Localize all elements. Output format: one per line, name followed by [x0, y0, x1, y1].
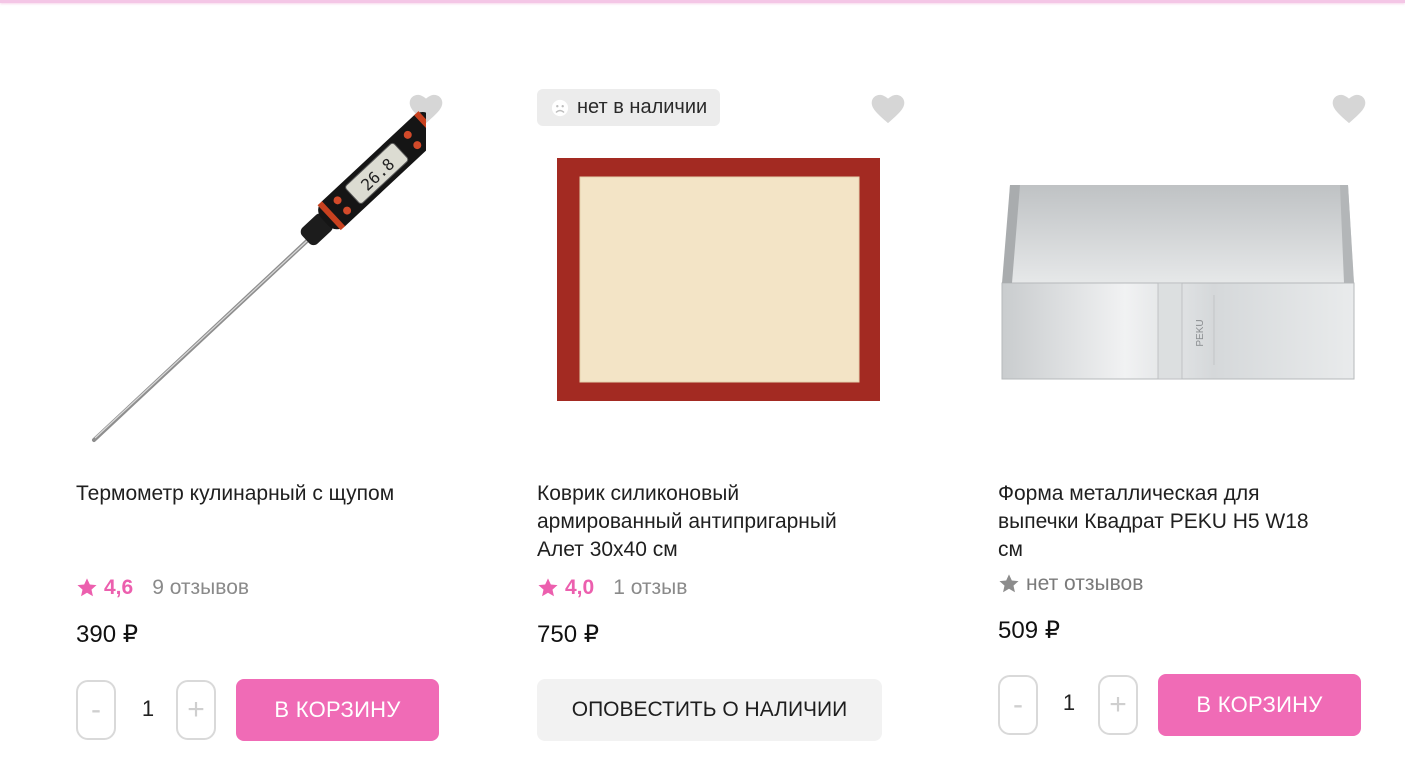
reviews-link[interactable]: нет отзывов [1026, 572, 1143, 596]
quantity-value[interactable]: 1 [1054, 690, 1084, 716]
product-card: нет в наличии Коврик силиконовый армиров… [537, 0, 917, 768]
out-of-stock-badge: нет в наличии [537, 89, 721, 126]
star-icon [538, 578, 558, 597]
product-title[interactable]: Термометр кулинарный с щупом [76, 480, 406, 508]
rating-value: 4,6 [104, 576, 134, 599]
product-rating: 4,6 9 отзывов [76, 576, 249, 600]
reviews-link[interactable]: 9 отзывов [152, 576, 249, 600]
peku-logo-text: PEKU [1195, 319, 1206, 346]
product-card: PEKU Форма металлическая для выпечки Ква… [998, 0, 1378, 768]
quantity-decrease-button[interactable]: - [998, 675, 1038, 735]
product-price: 750 ₽ [537, 621, 599, 648]
quantity-value[interactable]: 1 [133, 696, 163, 722]
square-form-image[interactable]: PEKU [998, 175, 1358, 390]
heart-icon[interactable] [871, 94, 905, 124]
product-rating: нет отзывов [998, 572, 1143, 596]
rating-value: 4,0 [565, 576, 595, 599]
sad-face-icon [551, 99, 569, 116]
product-title[interactable]: Коврик силиконовый армированный антиприг… [537, 480, 867, 564]
product-card: 26.8 Термометр кулинарный с щупом 4,6 9 … [76, 0, 456, 768]
product-rating: 4,0 1 отзыв [537, 576, 687, 600]
add-to-cart-button[interactable]: В КОРЗИНУ [1158, 674, 1361, 736]
heart-icon[interactable] [1332, 94, 1366, 124]
star-icon [999, 574, 1019, 593]
baking-mat-image[interactable] [557, 158, 882, 402]
quantity-increase-button[interactable]: + [176, 680, 216, 740]
thermometer-image[interactable]: 26.8 [86, 110, 426, 450]
product-title[interactable]: Форма металлическая для выпечки Квадрат … [998, 480, 1328, 564]
quantity-decrease-button[interactable]: - [76, 680, 116, 740]
product-price: 509 ₽ [998, 617, 1060, 644]
notify-availability-button[interactable]: ОПОВЕСТИТЬ О НАЛИЧИИ [537, 679, 882, 741]
badge-label: нет в наличии [577, 96, 708, 118]
quantity-increase-button[interactable]: + [1098, 675, 1138, 735]
product-price: 390 ₽ [76, 621, 138, 648]
add-to-cart-button[interactable]: В КОРЗИНУ [236, 679, 439, 741]
reviews-link[interactable]: 1 отзыв [613, 576, 687, 600]
star-icon [77, 578, 97, 597]
